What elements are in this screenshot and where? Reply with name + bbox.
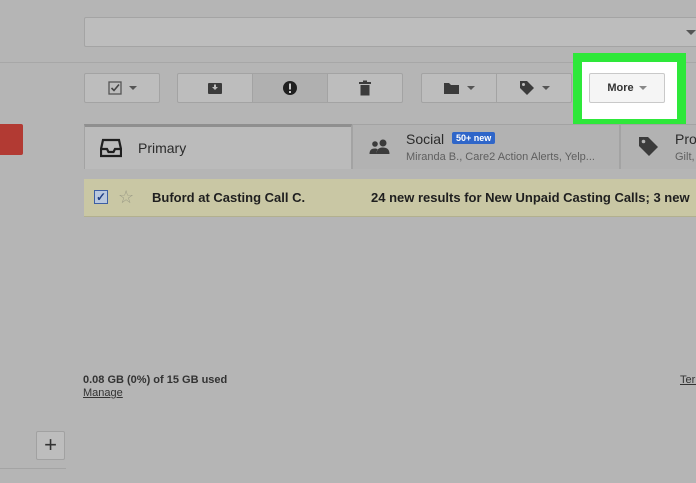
compose-button[interactable] bbox=[0, 124, 23, 155]
spam-icon bbox=[283, 81, 297, 95]
tab-primary[interactable]: Primary bbox=[84, 124, 352, 169]
chevron-down-icon bbox=[467, 86, 475, 90]
tab-social[interactable]: Social 50+ new Miranda B., Care2 Action … bbox=[352, 124, 620, 169]
tag-icon bbox=[639, 137, 658, 156]
search-options-icon[interactable] bbox=[686, 30, 696, 35]
new-count-badge: 50+ new bbox=[452, 132, 496, 144]
manage-storage-link[interactable]: Manage bbox=[83, 387, 123, 399]
search-input[interactable] bbox=[84, 17, 696, 47]
archive-icon bbox=[208, 83, 222, 94]
email-sender: Buford at Casting Call C. bbox=[152, 190, 306, 205]
add-button[interactable]: + bbox=[36, 431, 65, 460]
trash-icon bbox=[359, 80, 371, 96]
tab-promotions[interactable]: Pro Gilt, bbox=[620, 124, 696, 169]
row-checkbox[interactable]: ✓ bbox=[94, 190, 108, 204]
checkbox-icon bbox=[107, 81, 122, 95]
labels-button[interactable] bbox=[496, 73, 572, 103]
delete-button[interactable] bbox=[327, 73, 403, 103]
tag-icon bbox=[519, 81, 534, 95]
tab-promotions-subtitle: Gilt, bbox=[675, 151, 695, 163]
folder-icon bbox=[444, 83, 459, 94]
inbox-icon bbox=[100, 138, 122, 158]
chevron-down-icon bbox=[541, 86, 550, 90]
chevron-down-icon bbox=[638, 86, 647, 90]
sidebar-divider bbox=[0, 468, 66, 469]
storage-usage: 0.08 GB (0%) of 15 GB used bbox=[83, 374, 228, 386]
email-subject: 24 new results for New Unpaid Casting Ca… bbox=[371, 190, 690, 205]
more-button-label: More bbox=[607, 82, 634, 94]
tab-social-subtitle: Miranda B., Care2 Action Alerts, Yelp... bbox=[406, 151, 595, 163]
tab-promotions-label: Pro bbox=[675, 131, 696, 147]
star-icon[interactable]: ☆ bbox=[118, 187, 134, 208]
chevron-down-icon bbox=[128, 86, 137, 90]
tab-social-label: Social bbox=[406, 131, 445, 147]
tab-primary-label: Primary bbox=[138, 140, 187, 156]
terms-link[interactable]: Terms bbox=[680, 374, 696, 386]
report-spam-button[interactable] bbox=[252, 73, 328, 103]
more-button[interactable]: More bbox=[589, 73, 665, 103]
archive-button[interactable] bbox=[177, 73, 253, 103]
select-button[interactable] bbox=[84, 73, 160, 103]
people-icon bbox=[369, 139, 390, 154]
move-to-button[interactable] bbox=[421, 73, 497, 103]
